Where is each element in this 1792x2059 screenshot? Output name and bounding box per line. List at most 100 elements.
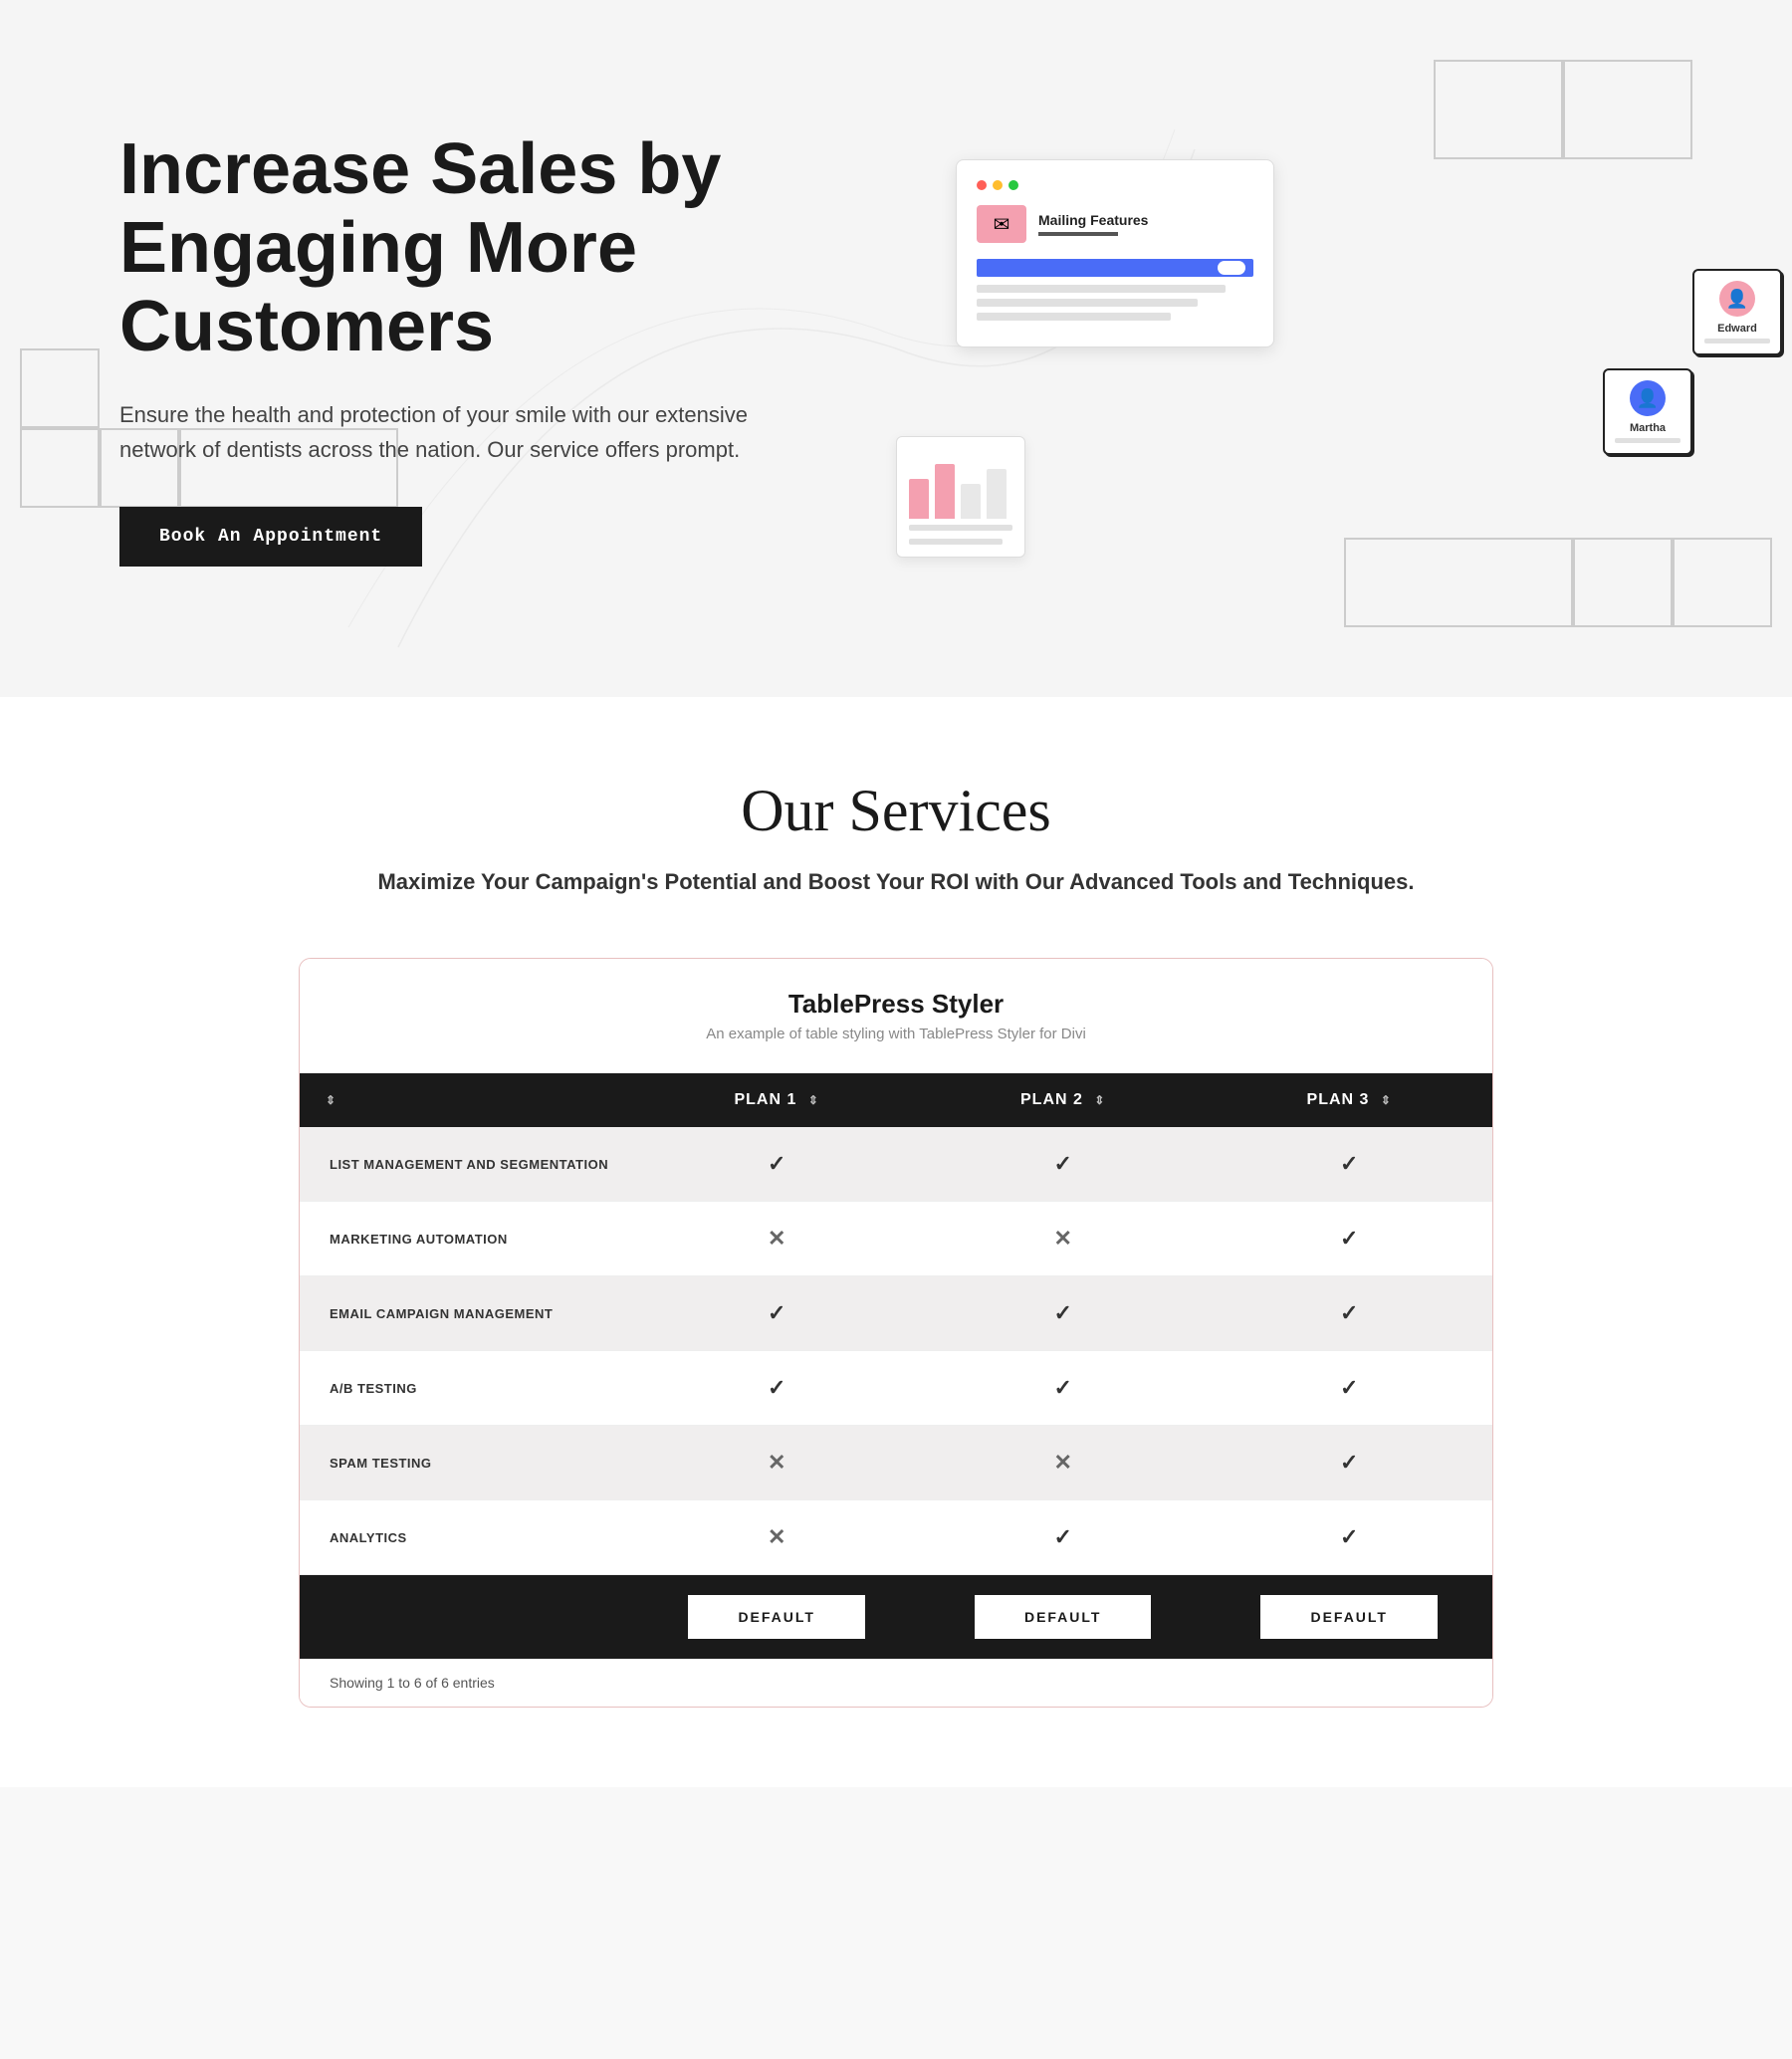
services-subtitle: Maximize Your Campaign's Potential and B… bbox=[199, 865, 1593, 898]
plan1-cell: ✕ bbox=[633, 1426, 920, 1500]
check-icon: ✓ bbox=[1053, 1300, 1071, 1325]
cross-icon: ✕ bbox=[768, 1450, 785, 1475]
check-icon: ✓ bbox=[1053, 1524, 1071, 1549]
plan2-cell: ✓ bbox=[920, 1276, 1207, 1351]
check-icon: ✓ bbox=[768, 1375, 785, 1400]
check-icon: ✓ bbox=[1053, 1375, 1071, 1400]
avatar-martha: 👤 bbox=[1630, 380, 1666, 416]
plan3-cell: ✓ bbox=[1206, 1276, 1492, 1351]
person-card-edward: 👤 Edward bbox=[1692, 269, 1782, 355]
table-header: TablePress Styler An example of table st… bbox=[300, 959, 1492, 1073]
hero-content: Increase Sales by Engaging More Customer… bbox=[0, 71, 896, 626]
table-row: SPAM TESTING ✕ ✕ ✓ bbox=[300, 1426, 1492, 1500]
services-section: Our Services Maximize Your Campaign's Po… bbox=[0, 697, 1792, 1787]
table-row: EMAIL CAMPAIGN MANAGEMENT ✓ ✓ ✓ bbox=[300, 1276, 1492, 1351]
person-card-martha: 👤 Martha bbox=[1603, 368, 1692, 455]
plan2-cell: ✕ bbox=[920, 1202, 1207, 1276]
pricing-table: ⇕ PLAN 1 ⇕ PLAN 2 ⇕ PLAN 3 ⇕ bbox=[300, 1073, 1492, 1659]
table-row: ANALYTICS✕ ✓ ✓ bbox=[300, 1500, 1492, 1575]
check-icon: ✓ bbox=[1340, 1151, 1358, 1176]
footer-empty bbox=[300, 1575, 633, 1660]
mail-toggle bbox=[1218, 261, 1245, 275]
check-icon: ✓ bbox=[768, 1300, 785, 1325]
feature-cell: LIST MANAGEMENT AND SEGMENTATION bbox=[300, 1127, 633, 1202]
default-btn-plan1[interactable]: DEFAULT bbox=[688, 1595, 865, 1639]
mail-label: Mailing Features bbox=[1038, 212, 1148, 228]
avatar-edward: 👤 bbox=[1719, 281, 1755, 317]
mail-app-card: ✉ Mailing Features bbox=[956, 159, 1274, 347]
footer-plan3: DEFAULT bbox=[1206, 1575, 1492, 1660]
table-footer-row: DEFAULT DEFAULT DEFAULT bbox=[300, 1575, 1492, 1660]
plan1-cell: ✕ bbox=[633, 1202, 920, 1276]
plan1-cell: ✕ bbox=[633, 1500, 920, 1575]
dot-yellow bbox=[993, 180, 1003, 190]
bar-chart bbox=[909, 449, 1012, 519]
table-main-title: TablePress Styler bbox=[339, 989, 1453, 1020]
cross-icon: ✕ bbox=[1053, 1450, 1071, 1475]
table-showing-text: Showing 1 to 6 of 6 entries bbox=[300, 1659, 1492, 1707]
hero-illustration: ✉ Mailing Features bbox=[896, 60, 1792, 637]
dot-red bbox=[977, 180, 987, 190]
feature-cell: MARKETING AUTOMATION bbox=[300, 1202, 633, 1276]
plan2-cell: ✓ bbox=[920, 1500, 1207, 1575]
mail-label-underline bbox=[1038, 232, 1118, 236]
col-plan3: PLAN 3 ⇕ bbox=[1206, 1073, 1492, 1127]
footer-plan2: DEFAULT bbox=[920, 1575, 1207, 1660]
col-feature: ⇕ bbox=[300, 1073, 633, 1127]
bar-1 bbox=[909, 479, 929, 519]
default-btn-plan2[interactable]: DEFAULT bbox=[975, 1595, 1152, 1639]
services-title: Our Services bbox=[199, 777, 1593, 845]
sort-icon-feature: ⇕ bbox=[326, 1093, 336, 1107]
plan3-cell: ✓ bbox=[1206, 1500, 1492, 1575]
deco-bottom-right bbox=[1344, 538, 1772, 627]
chart-line-2 bbox=[909, 539, 1003, 545]
feature-cell: SPAM TESTING bbox=[300, 1426, 633, 1500]
feature-cell: A/B TESTING bbox=[300, 1351, 633, 1426]
plan1-cell: ✓ bbox=[633, 1276, 920, 1351]
person-name-martha: Martha bbox=[1615, 422, 1680, 434]
cross-icon: ✕ bbox=[1053, 1226, 1071, 1251]
plan2-cell: ✓ bbox=[920, 1351, 1207, 1426]
check-icon: ✓ bbox=[1340, 1226, 1358, 1251]
mail-line-1 bbox=[977, 285, 1226, 293]
book-appointment-button[interactable]: Book An Appointment bbox=[119, 507, 422, 567]
check-icon: ✓ bbox=[1340, 1524, 1358, 1549]
plan1-cell: ✓ bbox=[633, 1127, 920, 1202]
hero-description: Ensure the health and protection of your… bbox=[119, 397, 777, 467]
table-row: LIST MANAGEMENT AND SEGMENTATION ✓ ✓ ✓ bbox=[300, 1127, 1492, 1202]
plan2-cell: ✓ bbox=[920, 1127, 1207, 1202]
check-icon: ✓ bbox=[1340, 1300, 1358, 1325]
feature-cell: ANALYTICS bbox=[300, 1500, 633, 1575]
bar-4 bbox=[987, 469, 1007, 519]
cross-icon: ✕ bbox=[768, 1226, 785, 1251]
check-icon: ✓ bbox=[1340, 1450, 1358, 1475]
tablepress-container: TablePress Styler An example of table st… bbox=[299, 958, 1493, 1708]
plan3-cell: ✓ bbox=[1206, 1127, 1492, 1202]
deco-br-3 bbox=[1673, 538, 1772, 627]
col-plan2: PLAN 2 ⇕ bbox=[920, 1073, 1207, 1127]
hero-title: Increase Sales by Engaging More Customer… bbox=[119, 130, 777, 367]
sort-icon-plan2: ⇕ bbox=[1094, 1093, 1105, 1107]
chart-line-1 bbox=[909, 525, 1012, 531]
check-icon: ✓ bbox=[768, 1151, 785, 1176]
plan1-cell: ✓ bbox=[633, 1351, 920, 1426]
mail-icon: ✉ bbox=[977, 205, 1026, 243]
mail-line-3 bbox=[977, 313, 1171, 321]
bar-2 bbox=[935, 464, 955, 519]
plan3-cell: ✓ bbox=[1206, 1202, 1492, 1276]
mail-card-header: ✉ Mailing Features bbox=[977, 205, 1253, 243]
deco-tr-2 bbox=[1563, 60, 1692, 159]
plan2-cell: ✕ bbox=[920, 1426, 1207, 1500]
deco-br-2 bbox=[1573, 538, 1673, 627]
person-name-edward: Edward bbox=[1704, 323, 1770, 335]
table-row: A/B TESTING✓✓✓ bbox=[300, 1351, 1492, 1426]
check-icon: ✓ bbox=[1053, 1151, 1071, 1176]
hero-section: Increase Sales by Engaging More Customer… bbox=[0, 0, 1792, 697]
table-row: MARKETING AUTOMATION ✕ ✕ ✓ bbox=[300, 1202, 1492, 1276]
feature-cell: EMAIL CAMPAIGN MANAGEMENT bbox=[300, 1276, 633, 1351]
default-btn-plan3[interactable]: DEFAULT bbox=[1260, 1595, 1438, 1639]
dot-green bbox=[1008, 180, 1018, 190]
sort-icon-plan3: ⇕ bbox=[1381, 1093, 1392, 1107]
mail-info: Mailing Features bbox=[1038, 212, 1148, 236]
col-plan1: PLAN 1 ⇕ bbox=[633, 1073, 920, 1127]
